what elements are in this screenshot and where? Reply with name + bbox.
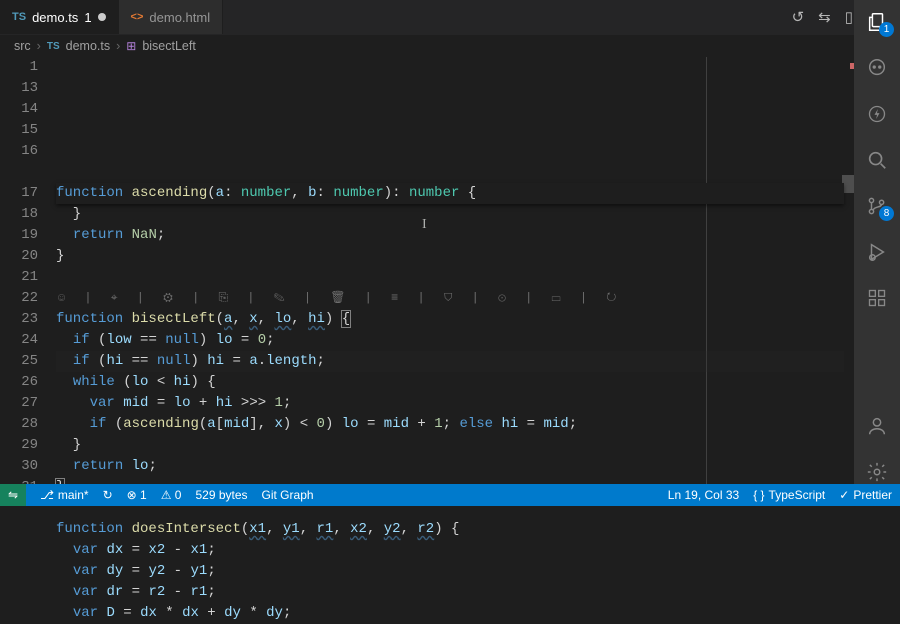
formatter[interactable]: ✓ Prettier [839, 488, 892, 502]
compare-icon[interactable]: ⇆ [818, 8, 831, 26]
language-mode[interactable]: { } TypeScript [753, 488, 825, 502]
code-line[interactable]: var dy = y2 - y1; [56, 561, 844, 582]
symbol-method-icon: ⊞ [126, 39, 136, 53]
braces-icon: { } [753, 488, 764, 502]
split-editor-icon[interactable]: ▯ [845, 8, 853, 26]
code-line[interactable]: while (lo < hi) { [56, 372, 844, 393]
line-number-gutter[interactable]: 113141516171819202122232425262728293031 [0, 57, 56, 484]
code-line[interactable]: if (hi == null) hi = a.length; [56, 351, 844, 372]
git-graph-button[interactable]: Git Graph [262, 488, 314, 502]
tab-demo-ts[interactable]: TS demo.ts 1 [0, 0, 119, 34]
source-control-icon[interactable]: 8 [865, 194, 889, 218]
breadcrumb-folder[interactable]: src [14, 39, 31, 53]
history-icon[interactable]: ↺ [792, 8, 805, 26]
breadcrumb-file[interactable]: demo.ts [66, 39, 110, 53]
cursor-position[interactable]: Ln 19, Col 33 [668, 488, 739, 502]
code-line[interactable]: } [56, 204, 844, 225]
code-line[interactable]: return NaN; [56, 225, 844, 246]
chevron-right-icon: › [37, 39, 41, 53]
settings-icon[interactable] [865, 460, 889, 484]
chevron-right-icon: › [116, 39, 120, 53]
code-line[interactable]: function doesIntersect(x1, y1, r1, x2, y… [56, 519, 844, 540]
file-size[interactable]: 529 bytes [195, 488, 247, 502]
badge: 1 [879, 22, 894, 37]
ts-file-icon: TS [47, 41, 60, 52]
code-line[interactable]: var dx = x2 - x1; [56, 540, 844, 561]
code-line[interactable]: var mid = lo + hi >>> 1; [56, 393, 844, 414]
code-line[interactable]: } [56, 435, 844, 456]
activity-bar: 18 [854, 0, 900, 484]
tab-bar: TS demo.ts 1 <> demo.html ↺ ⇆ ▯ … [0, 0, 900, 35]
git-branch[interactable]: ⎇ main* [40, 488, 89, 502]
codelens-actions[interactable]: ☺ | ⌖ | ⚙ | ⎘ | ✎ | 🗑 | ≡ | ⛉ | ⊙ | ▭ | … [56, 288, 844, 309]
code-line[interactable]: return lo; [56, 456, 844, 477]
breadcrumb[interactable]: src › TS demo.ts › ⊞ bisectLeft [0, 35, 900, 57]
status-bar: ⇋ ⎇ main* ↻ ⊗ 1 ⚠ 0 529 bytes Git Graph … [0, 484, 900, 506]
editor[interactable]: 113141516171819202122232425262728293031 … [0, 57, 854, 484]
tab-demo-html[interactable]: <> demo.html [119, 0, 224, 34]
remote-indicator[interactable]: ⇋ [0, 484, 26, 506]
code-line[interactable] [56, 267, 844, 288]
code-line[interactable]: function ascending(a: number, b: number)… [56, 183, 844, 204]
extensions-icon[interactable] [865, 286, 889, 310]
explorer-icon[interactable]: 1 [865, 10, 889, 34]
check-icon: ✓ [839, 488, 849, 502]
branch-icon: ⎇ [40, 488, 54, 502]
code-line[interactable]: if (ascending(a[mid], x) < 0) lo = mid +… [56, 414, 844, 435]
code-line[interactable]: function bisectLeft(a, x, lo, hi) { [56, 309, 844, 330]
html-file-icon: <> [131, 11, 144, 23]
code-area[interactable]: I function ascending(a: number, b: numbe… [56, 57, 854, 484]
code-line[interactable]: var D = dx * dx + dy * dy; [56, 603, 844, 624]
tab-dirty-badge: 1 [84, 10, 91, 25]
code-line[interactable]: if (low == null) lo = 0; [56, 330, 844, 351]
copilot-icon[interactable] [865, 56, 889, 80]
bolt-icon[interactable] [865, 102, 889, 126]
code-line[interactable]: var dr = r2 - r1; [56, 582, 844, 603]
code-line[interactable]: } [56, 246, 844, 267]
problems-warnings[interactable]: ⚠ 0 [161, 488, 182, 502]
account-icon[interactable] [865, 414, 889, 438]
unsaved-dot-icon[interactable] [98, 13, 106, 21]
breadcrumb-symbol[interactable]: bisectLeft [142, 39, 196, 53]
sync-icon[interactable]: ↻ [103, 488, 113, 502]
ts-file-icon: TS [12, 11, 26, 23]
tab-label: demo.ts [32, 10, 78, 25]
search-icon[interactable] [865, 148, 889, 172]
run-icon[interactable] [865, 240, 889, 264]
badge: 8 [879, 206, 894, 221]
tab-label: demo.html [149, 10, 210, 25]
problems-errors[interactable]: ⊗ 1 [127, 488, 147, 502]
